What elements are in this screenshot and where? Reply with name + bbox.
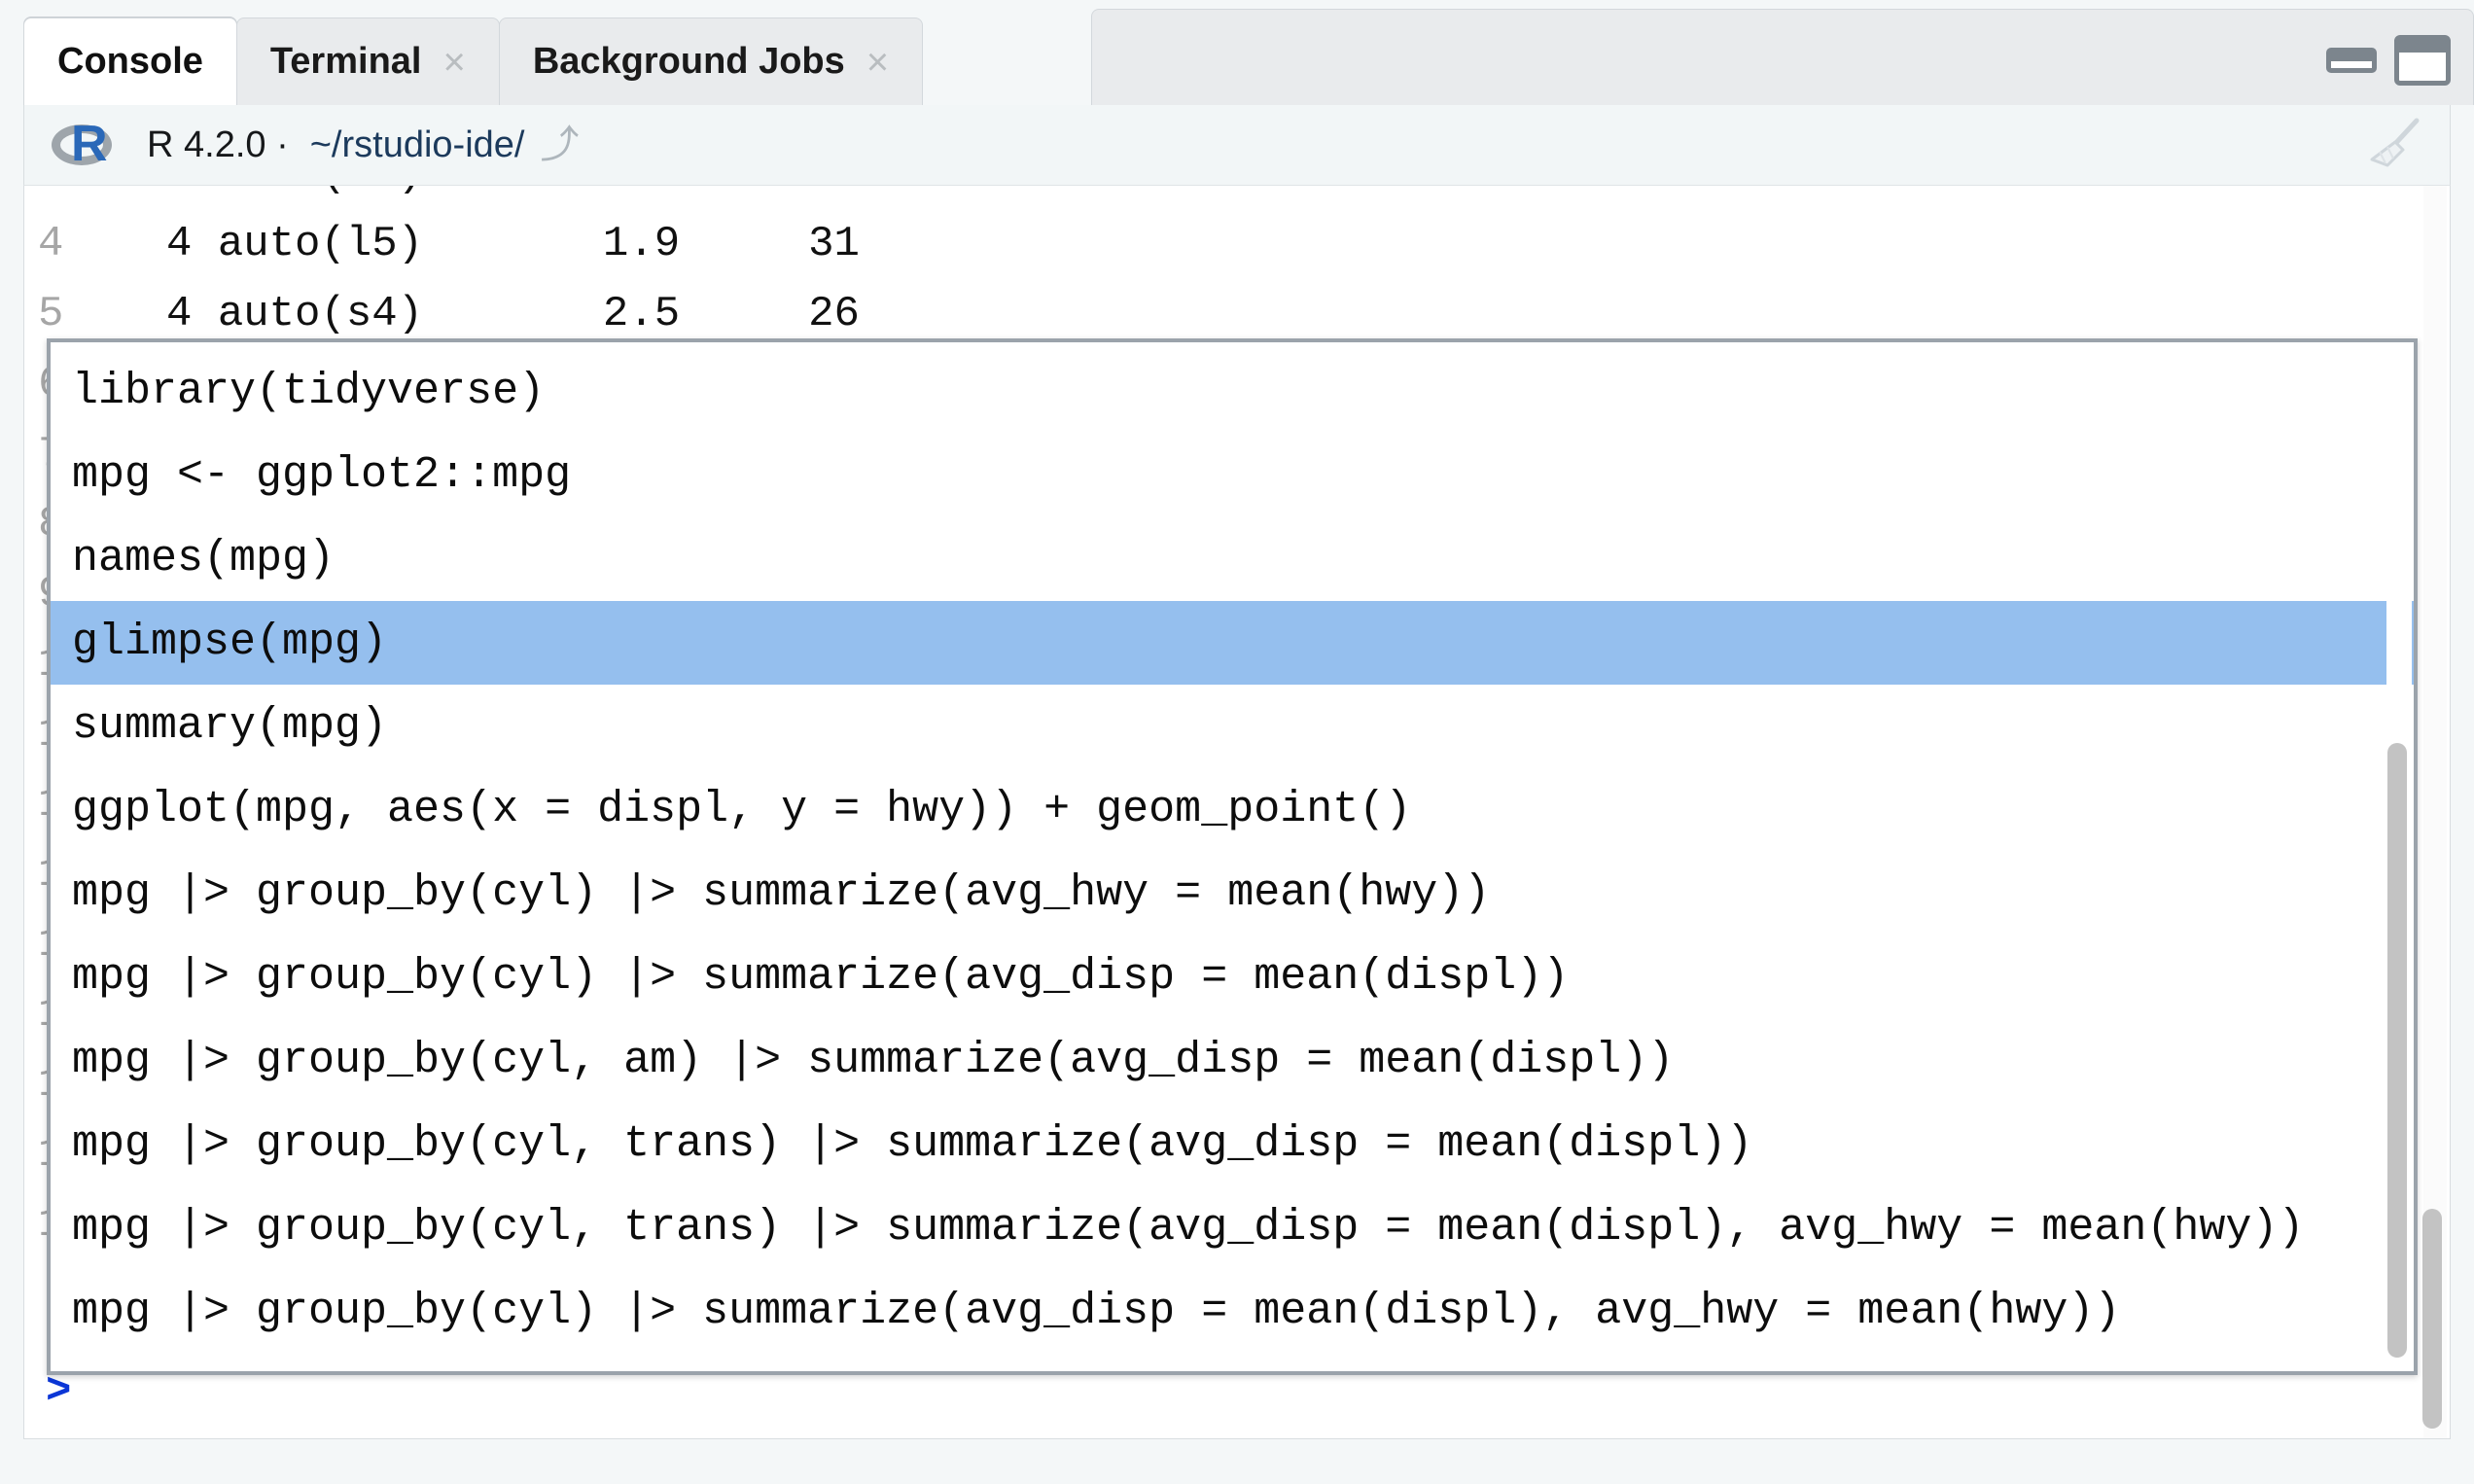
minimize-icon[interactable] bbox=[2326, 48, 2377, 73]
popout-arrow-icon[interactable]: ⤴ bbox=[540, 125, 579, 164]
history-item[interactable]: mpg |> group_by(cyl, trans) |> summarize… bbox=[51, 1186, 2414, 1270]
tab-terminal-label: Terminal bbox=[269, 41, 422, 82]
console-panel: Console Terminal × Background Jobs × R R… bbox=[0, 0, 2474, 1484]
history-popup-scrollbar-thumb[interactable] bbox=[2387, 743, 2407, 1358]
console-scrollbar[interactable] bbox=[2422, 186, 2447, 1438]
history-item[interactable]: mpg |> group_by(cyl) |> summarize(avg_di… bbox=[51, 936, 2414, 1019]
console-line-text: 4 auto(s4) 2.5 26 bbox=[63, 290, 860, 338]
history-item-list: library(tidyverse) mpg <- ggplot2::mpg nam… bbox=[51, 350, 2414, 1354]
broom-icon[interactable] bbox=[2366, 117, 2424, 173]
console-line: 3 4 auto(l4) 2.20 27.16 bbox=[24, 186, 2450, 209]
history-item[interactable]: mpg |> group_by(cyl, trans) |> summarize… bbox=[51, 1103, 2414, 1186]
tab-terminal[interactable]: Terminal × bbox=[235, 18, 500, 105]
close-icon[interactable]: × bbox=[442, 43, 465, 82]
console-titlebar: R R 4.2.0 · ~/rstudio-ide/ ⤴ bbox=[23, 105, 2451, 185]
console-line: 4 4 auto(l5) 1.9 31 bbox=[24, 209, 2450, 279]
history-item[interactable]: ggplot(mpg, aes(x = displ, y = hwy)) + g… bbox=[51, 768, 2414, 852]
r-version-label: R 4.2.0 · bbox=[147, 124, 289, 165]
console-history-popup[interactable]: library(tidyverse) mpg <- ggplot2::mpg nam… bbox=[47, 338, 2418, 1375]
history-item[interactable]: mpg |> group_by(cyl, am) |> summarize(av… bbox=[51, 1019, 2414, 1103]
console-row-number: 4 bbox=[38, 220, 64, 268]
history-item[interactable]: mpg |> group_by(cyl) |> summarize(avg_hw… bbox=[51, 852, 2414, 936]
history-item[interactable]: mpg <- ggplot2::mpg bbox=[51, 434, 2414, 517]
tab-strip-filler bbox=[1091, 9, 2474, 105]
close-icon[interactable]: × bbox=[866, 43, 889, 82]
console-line-text: 4 auto(l4) 2.20 27.16 bbox=[63, 186, 937, 198]
tab-background-jobs-label: Background Jobs bbox=[532, 41, 845, 82]
history-popup-scrollbar[interactable] bbox=[2386, 344, 2412, 1369]
console-line-text: 4 auto(l5) 1.9 31 bbox=[63, 220, 860, 268]
history-item-selected[interactable]: glimpse(mpg) bbox=[51, 601, 2414, 685]
console-row-number: 5 bbox=[38, 290, 64, 338]
console-prompt: > bbox=[46, 1367, 72, 1416]
window-controls bbox=[2326, 35, 2451, 86]
history-item[interactable]: mpg |> group_by(cyl) |> summarize(avg_di… bbox=[51, 1270, 2414, 1354]
maximize-icon[interactable] bbox=[2394, 35, 2451, 86]
tab-bar: Console Terminal × Background Jobs × bbox=[0, 0, 2474, 105]
r-logo-letter: R bbox=[71, 116, 108, 172]
history-item[interactable]: library(tidyverse) bbox=[51, 350, 2414, 434]
tab-background-jobs[interactable]: Background Jobs × bbox=[498, 18, 924, 105]
history-item[interactable]: names(mpg) bbox=[51, 517, 2414, 601]
working-directory-link[interactable]: ~/rstudio-ide/ bbox=[310, 124, 525, 166]
r-logo-icon: R bbox=[52, 116, 112, 172]
console-scrollbar-thumb[interactable] bbox=[2422, 1209, 2442, 1429]
tab-console[interactable]: Console bbox=[23, 18, 237, 105]
tab-strip: Console Terminal × Background Jobs × bbox=[23, 9, 924, 105]
tab-console-label: Console bbox=[57, 41, 203, 82]
console-row-number: 3 bbox=[38, 186, 63, 198]
history-item[interactable]: summary(mpg) bbox=[51, 685, 2414, 768]
